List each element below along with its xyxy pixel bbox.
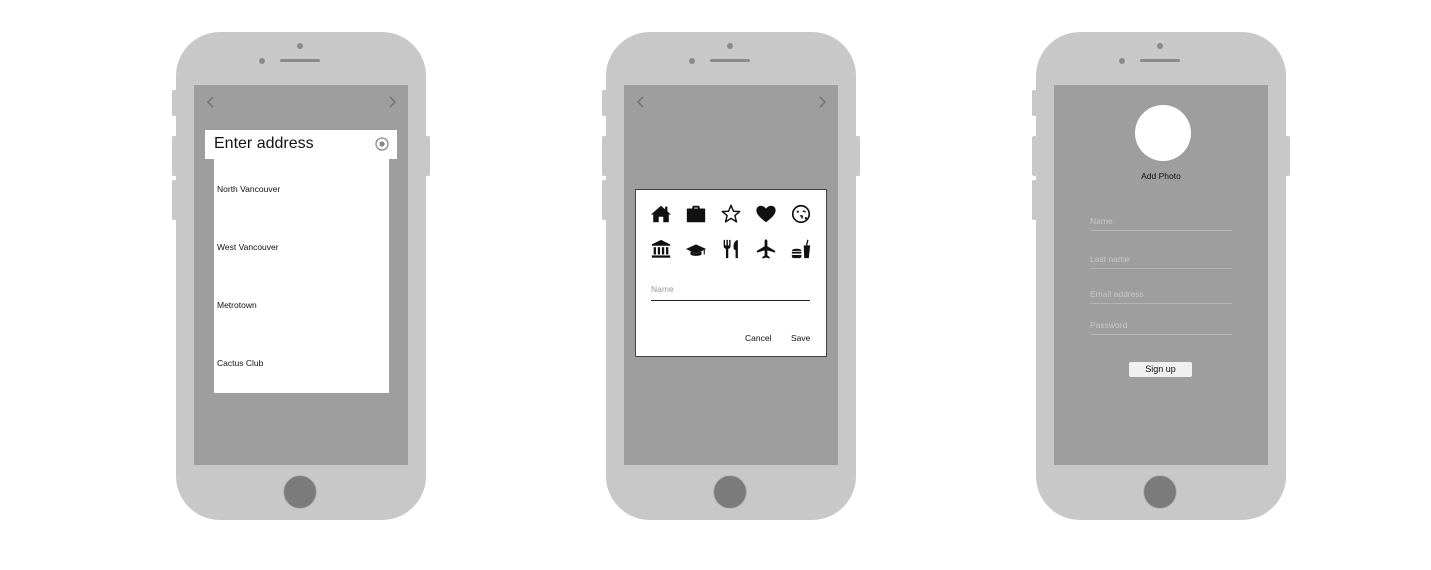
sign-up-button[interactable]: Sign up bbox=[1129, 362, 1192, 377]
last-name-field[interactable]: Last name bbox=[1090, 254, 1130, 264]
power-button bbox=[425, 136, 430, 176]
home-button[interactable] bbox=[713, 475, 747, 509]
briefcase-icon[interactable] bbox=[685, 203, 707, 225]
name-field[interactable]: Name bbox=[1090, 216, 1113, 226]
bank-icon[interactable] bbox=[650, 238, 672, 260]
earpiece-speaker bbox=[1140, 59, 1180, 62]
list-item[interactable]: West Vancouver bbox=[217, 242, 279, 252]
proximity-sensor bbox=[259, 58, 265, 64]
earpiece-speaker bbox=[710, 59, 750, 62]
screen: Enter address North Vancouver West Vanco… bbox=[194, 85, 408, 465]
name-input-underline bbox=[651, 300, 810, 301]
home-icon[interactable] bbox=[650, 203, 672, 225]
list-item[interactable]: Cactus Club bbox=[217, 358, 263, 368]
front-camera bbox=[1157, 43, 1163, 49]
airplane-icon[interactable] bbox=[755, 238, 777, 260]
forward-chevron-icon[interactable] bbox=[385, 95, 399, 109]
graduation-cap-icon[interactable] bbox=[685, 238, 707, 260]
proximity-sensor bbox=[689, 58, 695, 64]
name-field-underline bbox=[1090, 230, 1232, 231]
fast-food-icon[interactable] bbox=[790, 238, 812, 260]
list-item[interactable]: Metrotown bbox=[217, 300, 257, 310]
address-input[interactable]: Enter address bbox=[214, 135, 314, 153]
place-category-dialog: Name Cancel Save bbox=[635, 189, 827, 357]
list-item[interactable]: North Vancouver bbox=[217, 184, 280, 194]
power-button bbox=[855, 136, 860, 176]
mute-switch bbox=[1032, 90, 1037, 116]
add-photo-label[interactable]: Add Photo bbox=[1054, 171, 1268, 181]
cancel-button[interactable]: Cancel bbox=[745, 333, 771, 343]
phone-frame-icon-picker: Name Cancel Save bbox=[602, 32, 860, 520]
front-camera bbox=[727, 43, 733, 49]
volume-up-button bbox=[172, 136, 177, 176]
avatar[interactable] bbox=[1135, 105, 1191, 161]
mute-switch bbox=[172, 90, 177, 116]
locate-me-icon[interactable] bbox=[375, 137, 389, 151]
earpiece-speaker bbox=[280, 59, 320, 62]
back-chevron-icon[interactable] bbox=[634, 95, 648, 109]
volume-down-button bbox=[602, 180, 607, 220]
volume-up-button bbox=[602, 136, 607, 176]
password-field[interactable]: Password bbox=[1090, 320, 1127, 330]
volume-down-button bbox=[1032, 180, 1037, 220]
proximity-sensor bbox=[1119, 58, 1125, 64]
restaurant-icon[interactable] bbox=[720, 238, 742, 260]
address-search-bar[interactable]: Enter address bbox=[205, 130, 397, 159]
back-chevron-icon[interactable] bbox=[204, 95, 218, 109]
star-icon[interactable] bbox=[720, 203, 742, 225]
home-button[interactable] bbox=[283, 475, 317, 509]
screen: Add Photo Name Last name Email address P… bbox=[1054, 85, 1268, 465]
name-input[interactable]: Name bbox=[651, 284, 674, 294]
password-field-underline bbox=[1090, 334, 1232, 335]
volume-up-button bbox=[1032, 136, 1037, 176]
last-name-field-underline bbox=[1090, 268, 1232, 269]
volume-down-button bbox=[172, 180, 177, 220]
home-button[interactable] bbox=[1143, 475, 1177, 509]
emoji-icon[interactable] bbox=[790, 203, 812, 225]
mute-switch bbox=[602, 90, 607, 116]
phone-frame-signup: Add Photo Name Last name Email address P… bbox=[1032, 32, 1290, 520]
power-button bbox=[1285, 136, 1290, 176]
save-button[interactable]: Save bbox=[791, 333, 810, 343]
heart-icon[interactable] bbox=[755, 203, 777, 225]
email-field[interactable]: Email address bbox=[1090, 289, 1144, 299]
phone-frame-address: Enter address North Vancouver West Vanco… bbox=[172, 32, 430, 520]
front-camera bbox=[297, 43, 303, 49]
address-results-list: North Vancouver West Vancouver Metrotown… bbox=[214, 159, 389, 393]
forward-chevron-icon[interactable] bbox=[815, 95, 829, 109]
screen: Name Cancel Save bbox=[624, 85, 838, 465]
email-field-underline bbox=[1090, 303, 1232, 304]
